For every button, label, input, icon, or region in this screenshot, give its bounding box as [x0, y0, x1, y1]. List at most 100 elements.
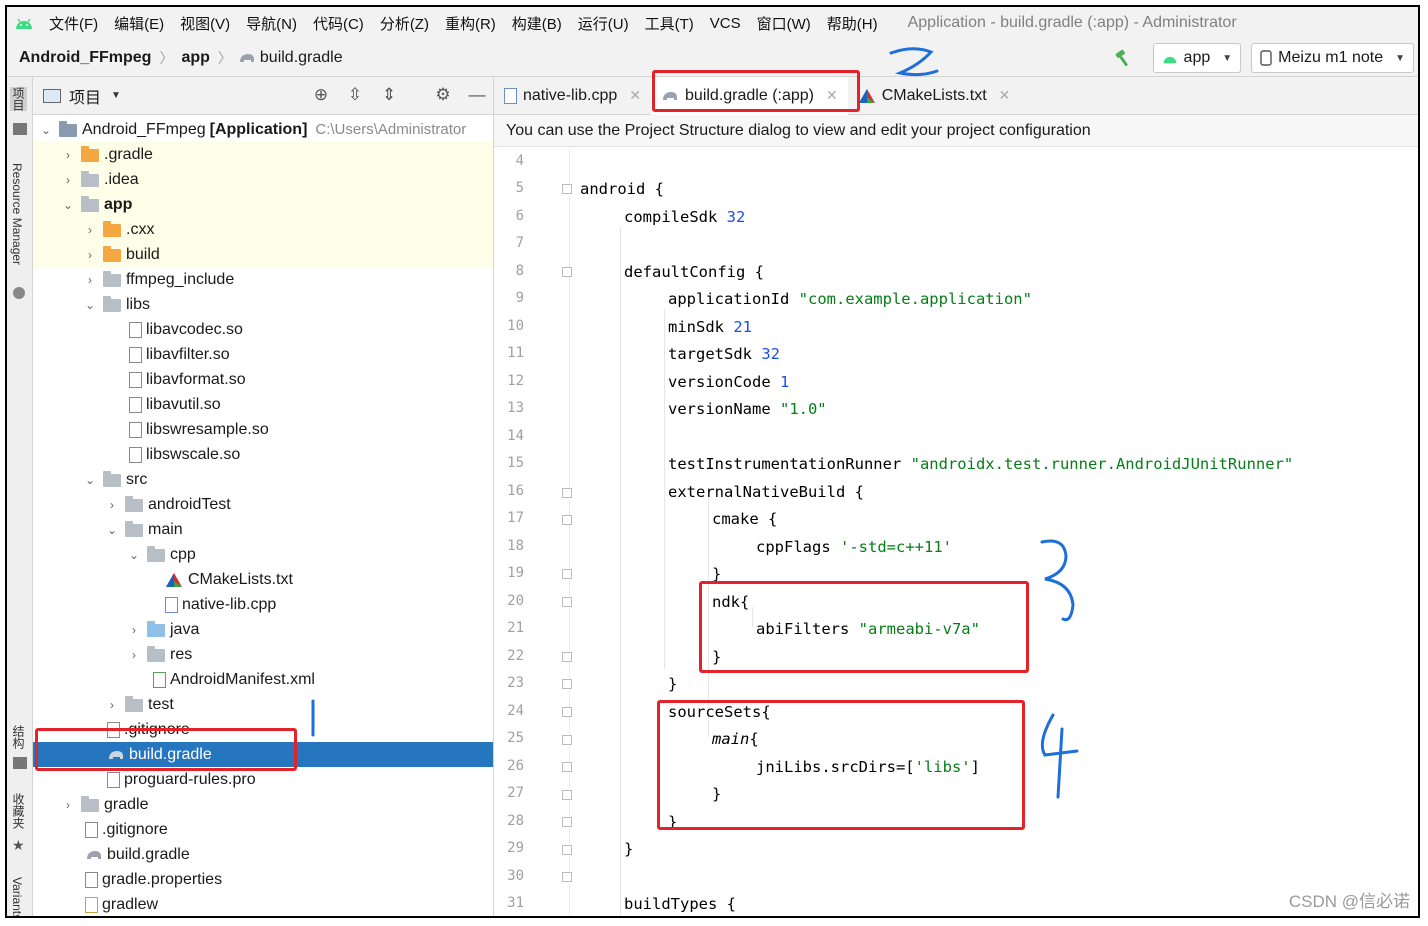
tool-tab-variants[interactable]: Variants [10, 877, 24, 916]
menu-navigate[interactable]: 导航(N) [238, 13, 305, 34]
tree-item-app[interactable]: ⌄ app [33, 192, 493, 217]
tree-item-cmakelists[interactable]: CMakeLists.txt [33, 567, 493, 592]
code-token: compileSdk [624, 208, 727, 226]
locate-icon[interactable]: ⊕ [311, 85, 331, 105]
chevron-down-icon[interactable]: ⌄ [83, 298, 97, 312]
device-dropdown[interactable]: Meizu m1 note ▼ [1251, 43, 1414, 73]
menu-edit[interactable]: 编辑(E) [106, 13, 172, 34]
chevron-right-icon[interactable]: › [83, 248, 97, 262]
tree-item-test[interactable]: › test [33, 692, 493, 717]
tool-tab-favorites[interactable]: 收藏夹 [10, 793, 27, 829]
unknown-file-icon [129, 346, 142, 363]
menu-refactor[interactable]: 重构(R) [437, 13, 504, 34]
annotation-box-3 [699, 581, 1029, 673]
tree-item-java[interactable]: › java [33, 617, 493, 642]
menu-tools[interactable]: 工具(T) [637, 13, 702, 34]
menu-vcs[interactable]: VCS [702, 15, 749, 32]
tree-item-manifest[interactable]: AndroidManifest.xml [33, 667, 493, 692]
folder-icon [125, 696, 143, 712]
menu-build[interactable]: 构建(B) [504, 13, 570, 34]
tree-item-label: proguard-rules.pro [124, 770, 256, 788]
chevron-down-icon[interactable]: ⌄ [105, 523, 119, 537]
menu-window[interactable]: 窗口(W) [749, 13, 819, 34]
chevron-down-icon[interactable]: ⌄ [83, 473, 97, 487]
gear-icon[interactable]: ⚙ [433, 85, 453, 105]
chevron-right-icon[interactable]: › [105, 498, 119, 512]
breadcrumb-project[interactable]: Android_FFmpeg [7, 49, 151, 67]
tree-item-libswscale[interactable]: libswscale.so [33, 442, 493, 467]
chevron-down-icon[interactable]: ▼ [111, 90, 121, 101]
cpp-file-icon [165, 596, 178, 613]
tree-item-libavutil[interactable]: libavutil.so [33, 392, 493, 417]
tree-item-libswresample[interactable]: libswresample.so [33, 417, 493, 442]
tool-tab-resource-manager[interactable]: Resource Manager [10, 163, 24, 265]
menu-run[interactable]: 运行(U) [570, 13, 637, 34]
tree-item-label: gradle [104, 795, 149, 813]
tree-item-nativelib[interactable]: native-lib.cpp [33, 592, 493, 617]
chevron-down-icon[interactable]: ⌄ [127, 548, 141, 562]
tab-cmakelists[interactable]: CMakeLists.txt ✕ [848, 77, 1021, 115]
chevron-right-icon[interactable]: › [83, 273, 97, 287]
chevron-right-icon[interactable]: › [83, 223, 97, 237]
chevron-right-icon[interactable]: › [61, 173, 75, 187]
tree-item-cxx[interactable]: › .cxx [33, 217, 493, 242]
tab-native-lib[interactable]: native-lib.cpp ✕ [494, 77, 651, 115]
window-title: Application - build.gradle (:app) - Admi… [907, 14, 1237, 31]
project-panel: 项目 ▼ ⊕ ⇳ ⇕ ⚙ — ⌄ Android_FFmpeg [Applica… [33, 77, 494, 916]
tree-item-build[interactable]: › build [33, 242, 493, 267]
tree-item-root-buildgradle[interactable]: build.gradle [33, 842, 493, 867]
tree-item-gradle-properties[interactable]: gradle.properties [33, 867, 493, 892]
tree-item-res[interactable]: › res [33, 642, 493, 667]
tree-item-gradle-dir[interactable]: › .gradle [33, 142, 493, 167]
minimize-icon[interactable]: — [467, 85, 487, 105]
code-number: 21 [733, 318, 752, 336]
close-icon[interactable]: ✕ [629, 87, 641, 104]
code-number: 32 [761, 345, 780, 363]
tree-item-gradle[interactable]: › gradle [33, 792, 493, 817]
collapse-all-icon[interactable]: ⇕ [379, 85, 399, 105]
chevron-right-icon[interactable]: › [61, 148, 75, 162]
breadcrumb-module[interactable]: app [173, 49, 209, 67]
menu-analyze[interactable]: 分析(Z) [372, 13, 437, 34]
menu-help[interactable]: 帮助(H) [819, 13, 886, 34]
tool-tab-project[interactable]: 项目 [10, 87, 27, 111]
tree-item-libavformat[interactable]: libavformat.so [33, 367, 493, 392]
chevron-down-icon[interactable]: ⌄ [39, 123, 53, 137]
folder-icon [103, 471, 121, 487]
tree-item-label: native-lib.cpp [182, 595, 277, 613]
tree-item-label: src [126, 470, 148, 488]
chevron-right-icon[interactable]: › [127, 623, 141, 637]
chevron-right-icon[interactable]: › [127, 648, 141, 662]
breadcrumb-file[interactable]: build.gradle [232, 49, 343, 67]
menu-file[interactable]: 文件(F) [41, 13, 106, 34]
chevron-right-icon[interactable]: › [105, 698, 119, 712]
structure-icon [13, 757, 27, 769]
project-panel-header: 项目 ▼ ⊕ ⇳ ⇕ ⚙ — [33, 77, 493, 115]
project-view-label[interactable]: 项目 [69, 84, 101, 108]
close-icon[interactable]: ✕ [999, 87, 1011, 104]
tree-item-root-gitignore[interactable]: .gitignore [33, 817, 493, 842]
expand-all-icon[interactable]: ⇳ [345, 85, 365, 105]
resource-icon [13, 287, 25, 299]
tree-item-gradlew[interactable]: gradlew [33, 892, 493, 916]
run-config-dropdown[interactable]: app ▼ [1152, 43, 1242, 73]
chevron-down-icon[interactable]: ⌄ [61, 198, 75, 212]
menu-code[interactable]: 代码(C) [305, 13, 372, 34]
project-structure-banner: You can use the Project Structure dialog… [494, 115, 1418, 147]
tree-item-cpp[interactable]: ⌄ cpp [33, 542, 493, 567]
tree-item-ffmpeg-include[interactable]: › ffmpeg_include [33, 267, 493, 292]
chevron-right-icon[interactable]: › [61, 798, 75, 812]
folder-icon [103, 271, 121, 287]
tree-item-libavfilter[interactable]: libavfilter.so [33, 342, 493, 367]
tree-root[interactable]: ⌄ Android_FFmpeg [Application] C:\Users\… [33, 117, 493, 142]
menu-view[interactable]: 视图(V) [172, 13, 238, 34]
code-line: minSdk 21 [668, 318, 752, 336]
tree-item-idea[interactable]: › .idea [33, 167, 493, 192]
tree-item-src[interactable]: ⌄ src [33, 467, 493, 492]
build-hammer-icon[interactable] [1111, 46, 1135, 70]
tree-item-main[interactable]: ⌄ main [33, 517, 493, 542]
tree-item-libs[interactable]: ⌄ libs [33, 292, 493, 317]
tool-tab-structure[interactable]: 结构 [10, 725, 27, 749]
tree-item-libavcodec[interactable]: libavcodec.so [33, 317, 493, 342]
tree-item-androidtest[interactable]: › androidTest [33, 492, 493, 517]
